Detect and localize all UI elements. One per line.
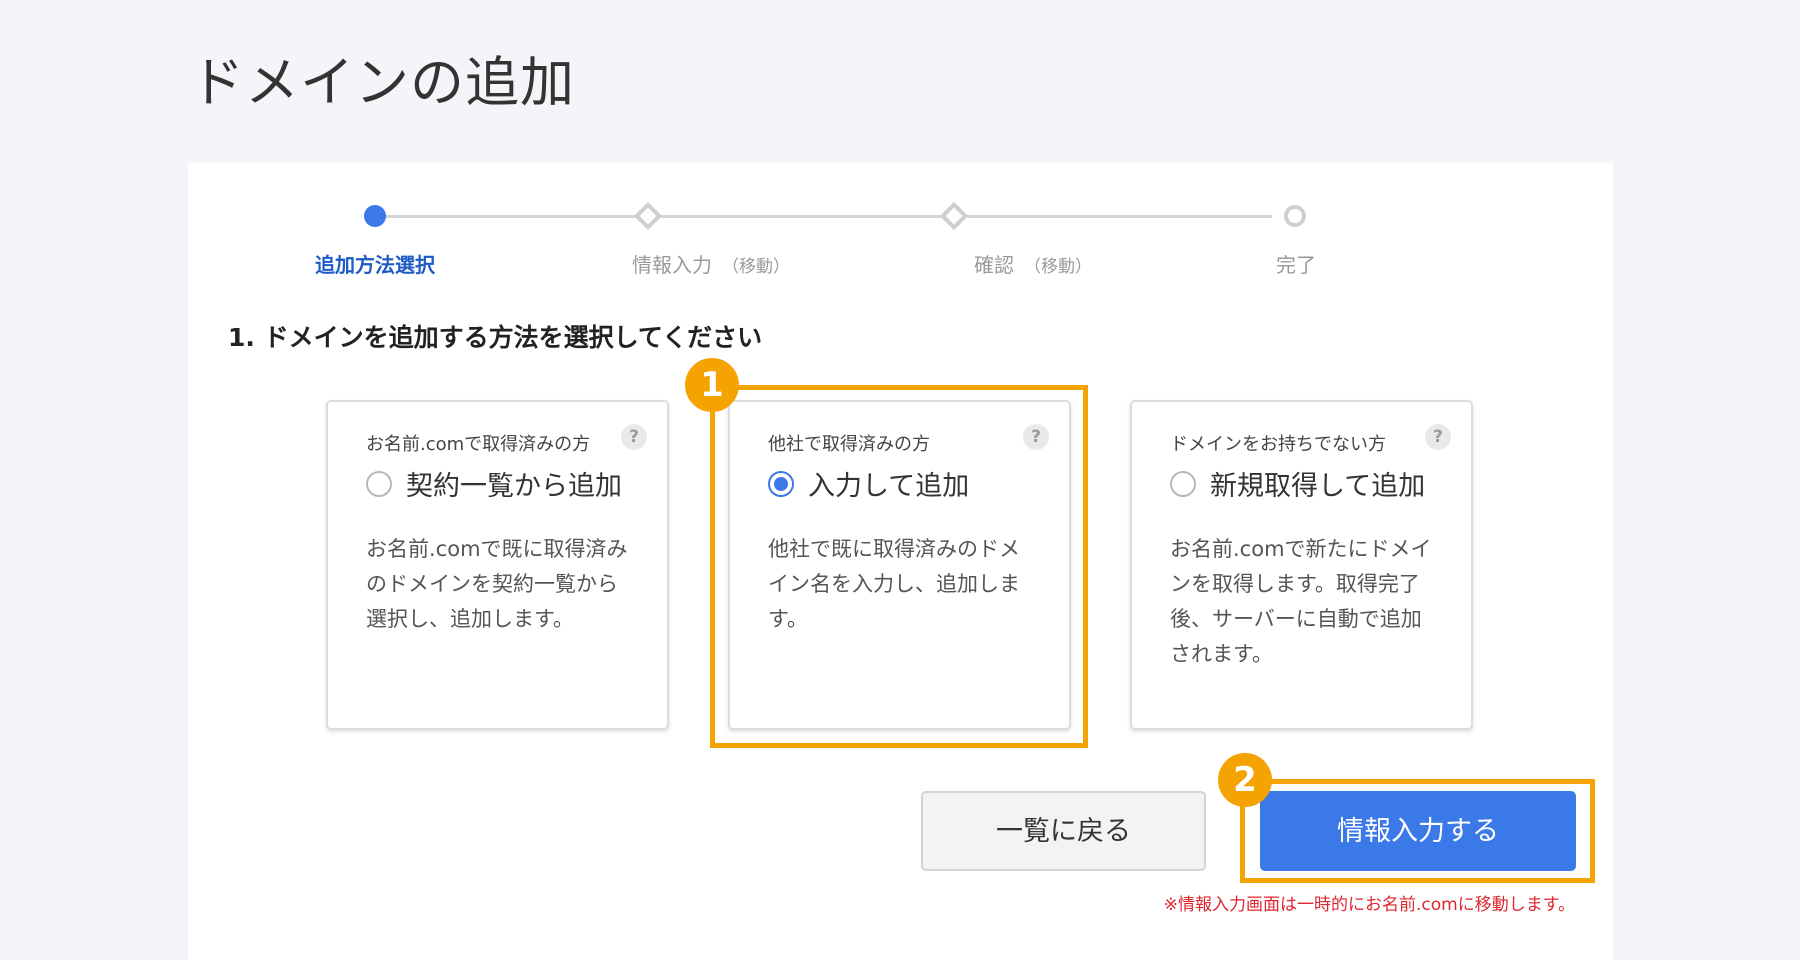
step-1-active-dot	[364, 205, 386, 227]
step-3-diamond-icon	[939, 201, 969, 231]
highlight-box-button	[1240, 779, 1595, 883]
option-radio-row[interactable]: 新規取得して追加	[1170, 464, 1425, 503]
option-label[interactable]: 契約一覧から追加	[406, 464, 622, 503]
option-card-new-registration[interactable]: ドメインをお持ちでない方 ? 新規取得して追加 お名前.comで新たにドメインを…	[1130, 400, 1473, 730]
step-1-label: 追加方法選択	[315, 249, 435, 278]
step-3-text: 確認	[974, 253, 1014, 277]
step-2-subtext: （移動）	[722, 257, 790, 277]
redirect-note: ※情報入力画面は一時的にお名前.comに移動します。	[1163, 895, 1575, 915]
option-caption: ドメインをお持ちでない方	[1170, 434, 1386, 455]
stepper-line-2	[661, 215, 943, 218]
annotation-badge-1: 1	[685, 358, 739, 412]
radio-button[interactable]	[1170, 470, 1196, 497]
step-2-diamond-icon	[633, 201, 663, 231]
option-radio-row[interactable]: 契約一覧から追加	[366, 464, 622, 503]
add-domain-panel: 追加方法選択 情報入力 （移動） 確認 （移動） 完了 1. ドメインを追加する方法…	[188, 163, 1613, 960]
section-heading: 1. ドメインを追加する方法を選択してください	[228, 323, 763, 352]
option-card-contract-list[interactable]: お名前.comで取得済みの方 ? 契約一覧から追加 お名前.comで既に取得済み…	[326, 400, 669, 730]
help-icon[interactable]: ?	[621, 424, 647, 450]
highlight-box-option	[710, 385, 1088, 748]
step-4-circle-icon	[1284, 205, 1306, 227]
help-icon[interactable]: ?	[1425, 424, 1451, 450]
step-3-subtext: （移動）	[1024, 257, 1092, 277]
step-4-label: 完了	[1276, 249, 1316, 278]
step-4-text: 完了	[1276, 253, 1316, 277]
option-caption: お名前.comで取得済みの方	[366, 434, 591, 455]
back-to-list-button[interactable]: 一覧に戻る	[921, 791, 1206, 871]
stepper-line-3	[966, 215, 1272, 218]
page-title: ドメインの追加	[190, 51, 575, 114]
option-description: お名前.comで新たにドメインを取得します。取得完了後、サーバーに自動で追加され…	[1170, 537, 1432, 666]
step-1-text: 追加方法選択	[315, 253, 435, 277]
step-2-text: 情報入力	[632, 253, 712, 277]
step-3-label: 確認 （移動）	[974, 249, 1092, 278]
progress-stepper: 追加方法選択 情報入力 （移動） 確認 （移動） 完了	[188, 163, 1613, 283]
step-2-label: 情報入力 （移動）	[632, 249, 790, 278]
option-label[interactable]: 新規取得して追加	[1210, 464, 1425, 503]
annotation-badge-2: 2	[1218, 753, 1272, 807]
stepper-line-1	[382, 215, 637, 218]
option-description: お名前.comで既に取得済みのドメインを契約一覧から選択し、追加します。	[366, 537, 628, 631]
radio-button[interactable]	[366, 470, 392, 497]
